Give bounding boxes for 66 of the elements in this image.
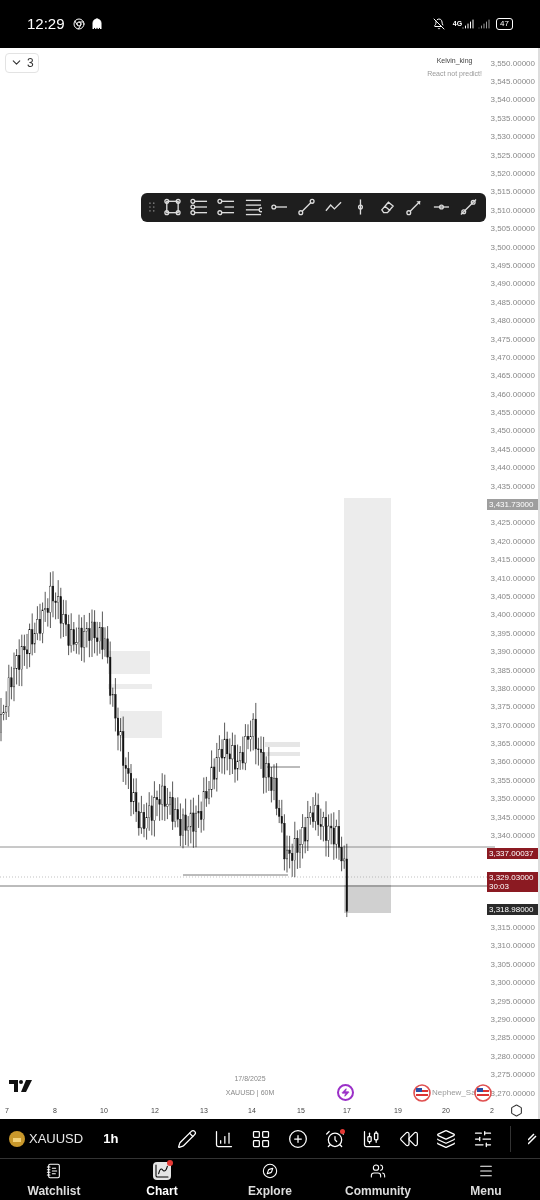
price-label: 3,280.00000 — [490, 1051, 535, 1061]
price-label: 3,510.00000 — [490, 205, 535, 215]
nav-tab[interactable]: Explore — [216, 1159, 324, 1200]
nav-tab[interactable]: Watchlist — [0, 1159, 108, 1200]
price-label: 3,515.00000 — [490, 187, 535, 197]
price-label: 3,365.00000 — [490, 739, 535, 749]
price-label: 3,400.00000 — [490, 610, 535, 620]
price-label: 3,470.00000 — [490, 352, 535, 362]
price-label: 3,360.00000 — [490, 757, 535, 767]
price-label: 3,440.00000 — [490, 463, 535, 473]
price-label: 3,475.00000 — [490, 334, 535, 344]
price-label: 3,505.00000 — [490, 224, 535, 234]
symbol-name[interactable]: XAUUSD — [29, 1128, 84, 1149]
price-label: 3,375.00000 — [490, 702, 535, 712]
price-tag: 3,431.73000 — [487, 499, 538, 510]
price-label: 3,410.00000 — [490, 573, 535, 583]
price-label: 3,460.00000 — [490, 389, 535, 399]
price-label: 3,380.00000 — [490, 683, 535, 693]
nav-tab[interactable]: Community — [324, 1159, 432, 1200]
price-label: 3,520.00000 — [490, 169, 535, 178]
price-label: 3,485.00000 — [490, 297, 535, 307]
price-label: 3,345.00000 — [490, 812, 535, 822]
interval-label[interactable]: 1h — [103, 1128, 119, 1149]
price-label: 3,465.00000 — [490, 371, 535, 381]
price-label: 3,290.00000 — [490, 1014, 535, 1024]
price-label: 3,535.00000 — [490, 113, 535, 123]
price-label: 3,370.00000 — [490, 720, 535, 730]
price-label: 3,395.00000 — [490, 628, 535, 638]
battery-indicator: 47 — [496, 17, 513, 30]
price-label: 3,420.00000 — [490, 536, 535, 546]
status-time: 12:29 — [27, 13, 65, 34]
price-label: 3,550.00000 — [490, 58, 535, 68]
price-label: 3,490.00000 — [490, 279, 535, 289]
price-label: 3,530.00000 — [490, 132, 535, 142]
price-label: 3,385.00000 — [490, 665, 535, 675]
nav-tab[interactable]: Chart — [108, 1159, 216, 1200]
price-label: 3,305.00000 — [490, 959, 535, 969]
price-label: 3,425.00000 — [490, 518, 535, 528]
price-tag: 3,318.98000 — [487, 903, 538, 915]
price-label: 3,445.00000 — [490, 444, 535, 454]
price-label: 3,310.00000 — [490, 941, 535, 951]
price-label: 3,545.00000 — [490, 77, 535, 87]
price-label: 3,405.00000 — [490, 591, 535, 601]
price-label: 3,455.00000 — [490, 408, 535, 418]
price-tag: 3,337.00037 — [487, 848, 538, 860]
price-label: 3,480.00000 — [490, 316, 535, 326]
price-label: 3,450.00000 — [490, 426, 535, 436]
price-label: 3,390.00000 — [490, 647, 535, 657]
price-label: 3,540.00000 — [490, 95, 535, 105]
price-label: 3,270.00000 — [490, 1088, 535, 1098]
price-label: 3,315.00000 — [490, 923, 535, 932]
price-label: 3,285.00000 — [490, 1033, 535, 1043]
price-label: 3,500.00000 — [490, 242, 535, 252]
nav-tab[interactable]: Menu — [432, 1159, 540, 1200]
price-label: 3,495.00000 — [490, 260, 535, 270]
price-label: 3,295.00000 — [490, 996, 535, 1006]
price-tag: 3,329.03000 30:03 — [487, 871, 538, 892]
price-label: 3,415.00000 — [490, 555, 535, 565]
price-label: 3,435.00000 — [490, 481, 535, 491]
price-label: 3,340.00000 — [490, 831, 535, 841]
price-label: 3,350.00000 — [490, 794, 535, 804]
layout-button[interactable]: 3 — [5, 52, 39, 73]
price-label: 3,355.00000 — [490, 775, 535, 785]
price-label: 3,300.00000 — [490, 978, 535, 988]
price-label: 3,525.00000 — [490, 150, 535, 160]
price-label: 3,275.00000 — [490, 1070, 535, 1080]
